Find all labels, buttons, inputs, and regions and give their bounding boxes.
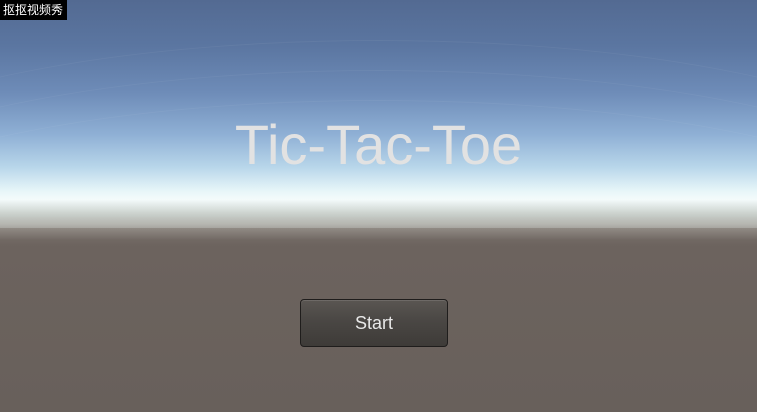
horizon-haze [0,210,757,240]
start-button[interactable]: Start [300,299,448,347]
game-scene: Tic-Tac-Toe Start [0,0,757,412]
game-title: Tic-Tac-Toe [234,113,523,176]
watermark-label: 抠抠视频秀 [0,0,68,20]
